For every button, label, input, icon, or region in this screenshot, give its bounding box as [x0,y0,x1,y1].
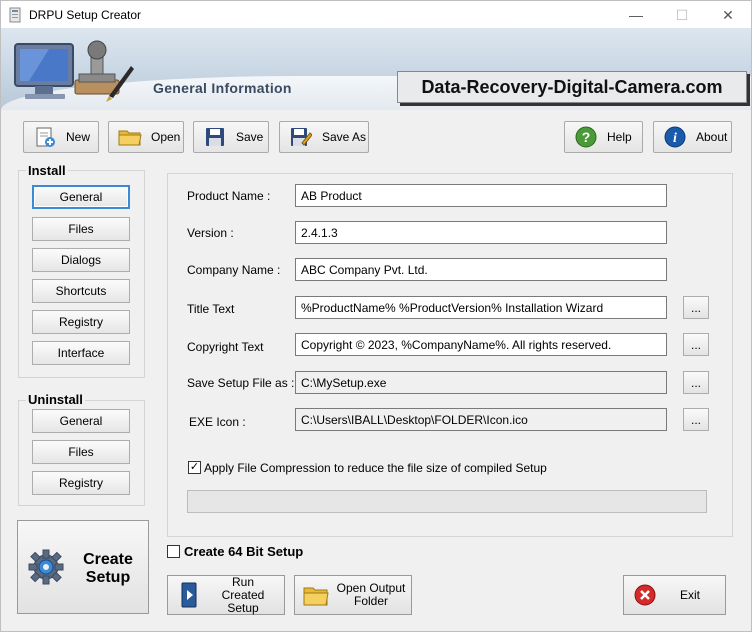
maximize-button[interactable]: ☐ [659,1,705,29]
create-setup-label: Create Setup [83,551,133,586]
folder-icon [303,587,329,606]
app-icon [9,7,21,23]
run-setup-icon [181,582,197,608]
open-label: Open [151,130,181,144]
title-bar: DRPU Setup Creator — ☐ ✕ [0,0,752,28]
copyright-text-input[interactable]: Copyright © 2023, %CompanyName%. All rig… [295,333,667,356]
folder-icon [117,125,143,149]
header-banner: General Information Data-Recovery-Digita… [0,28,752,110]
build-progress-bar [187,490,707,513]
save-as-icon [288,125,314,149]
save-button[interactable]: Save [193,121,269,153]
save-label: Save [236,130,264,144]
help-button[interactable]: ? Help [564,121,643,153]
new-button[interactable]: New [23,121,99,153]
save-as-button[interactable]: Save As [279,121,369,153]
open-output-folder-label: Open Output Folder [336,581,406,608]
install-dialogs-button[interactable]: Dialogs [32,248,130,272]
run-created-setup-button[interactable]: Run Created Setup [167,575,285,615]
section-heading: General Information [153,80,292,96]
install-files-button[interactable]: Files [32,217,130,241]
create-setup-button[interactable]: Create Setup [17,520,149,614]
uninstall-general-button[interactable]: General [32,409,130,433]
floppy-disk-icon [202,125,228,149]
about-label: About [696,130,728,144]
create-64bit-checkbox[interactable] [167,545,180,558]
install-group-title: Install [26,163,68,178]
company-name-input[interactable]: ABC Company Pvt. Ltd. [295,258,667,281]
svg-text:?: ? [582,129,591,145]
company-name-label: Company Name : [187,263,281,277]
setup-creator-logo [14,40,134,102]
save-setup-input[interactable]: C:\MySetup.exe [295,371,667,394]
new-file-icon [32,125,58,149]
exe-icon-browse-button[interactable]: ... [683,408,709,431]
install-registry-button[interactable]: Registry [32,310,130,334]
info-icon: i [662,125,688,149]
install-general-button[interactable]: General [32,185,130,209]
save-setup-label: Save Setup File as : [187,376,295,390]
run-created-setup-label: Run Created Setup [221,574,265,615]
exe-icon-input[interactable]: C:\Users\IBALL\Desktop\FOLDER\Icon.ico [295,408,667,431]
exit-icon [634,584,656,606]
compression-label: Apply File Compression to reduce the fil… [204,461,547,475]
uninstall-registry-button[interactable]: Registry [32,471,130,495]
title-text-browse-button[interactable]: ... [683,296,709,319]
gear-icon [28,549,64,585]
uninstall-group-title: Uninstall [26,392,85,407]
install-interface-button[interactable]: Interface [32,341,130,365]
version-input[interactable]: 2.4.1.3 [295,221,667,244]
open-button[interactable]: Open [108,121,184,153]
close-button[interactable]: ✕ [705,1,751,29]
product-name-label: Product Name : [187,189,271,203]
version-label: Version : [187,226,234,240]
title-text-input[interactable]: %ProductName% %ProductVersion% Installat… [295,296,667,319]
compression-checkbox[interactable]: ✓ [188,461,201,474]
install-shortcuts-button[interactable]: Shortcuts [32,279,130,303]
product-name-input[interactable]: AB Product [295,184,667,207]
help-icon: ? [573,125,599,149]
exit-label: Exit [680,587,701,602]
save-as-label: Save As [322,130,367,144]
new-label: New [66,130,91,144]
about-button[interactable]: i About [653,121,732,153]
exe-icon-label: EXE Icon : [189,415,246,429]
exit-button[interactable]: Exit [623,575,726,615]
website-banner: Data-Recovery-Digital-Camera.com [397,71,747,103]
copyright-text-label: Copyright Text [187,340,264,354]
copyright-text-browse-button[interactable]: ... [683,333,709,356]
create-64bit-label: Create 64 Bit Setup [184,544,304,559]
minimize-button[interactable]: — [613,1,659,29]
window-title: DRPU Setup Creator [29,8,142,22]
svg-text:i: i [673,131,677,146]
uninstall-files-button[interactable]: Files [32,440,130,464]
main-content: New Open Save Save As ? Help i About Ins… [0,110,752,632]
title-text-label: Title Text [187,302,235,316]
open-output-folder-button[interactable]: Open Output Folder [294,575,412,615]
save-setup-browse-button[interactable]: ... [683,371,709,394]
help-label: Help [607,130,632,144]
